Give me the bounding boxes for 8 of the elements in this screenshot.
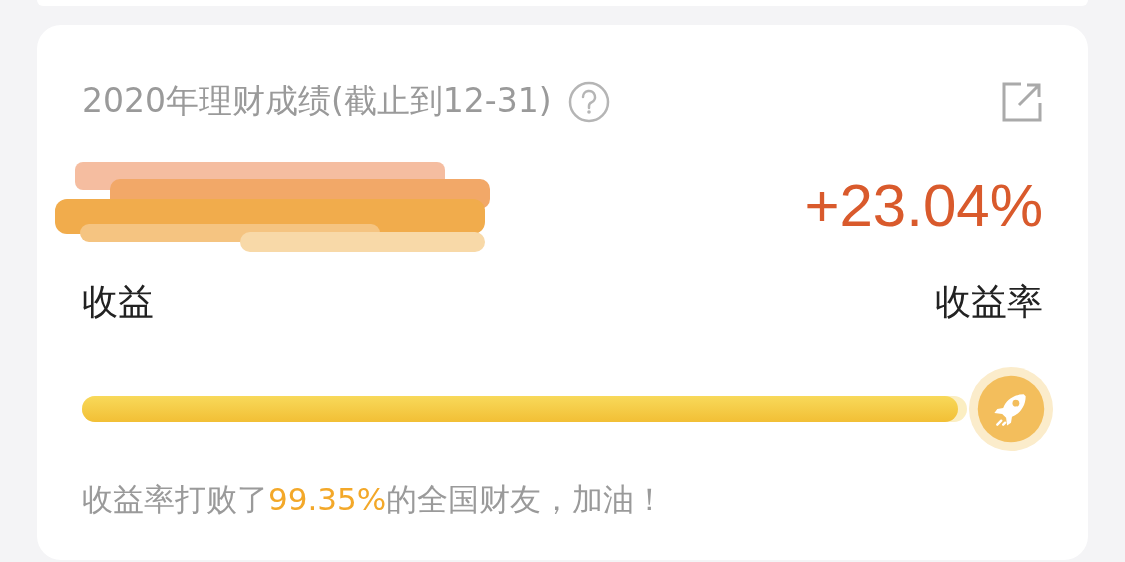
share-icon[interactable] bbox=[1001, 80, 1043, 123]
return-rate-value: +23.04% bbox=[804, 176, 1043, 236]
ranking-sentence: 收益率打败了 99.35%的全国财友，加油！ bbox=[82, 480, 667, 519]
help-icon[interactable] bbox=[567, 80, 610, 123]
income-label: 收益 bbox=[82, 280, 154, 324]
card-title: 2020年理财成绩(截止到12-31) bbox=[82, 80, 552, 122]
return-rate-label: 收益率 bbox=[935, 280, 1043, 324]
rocket-icon bbox=[967, 365, 1055, 453]
